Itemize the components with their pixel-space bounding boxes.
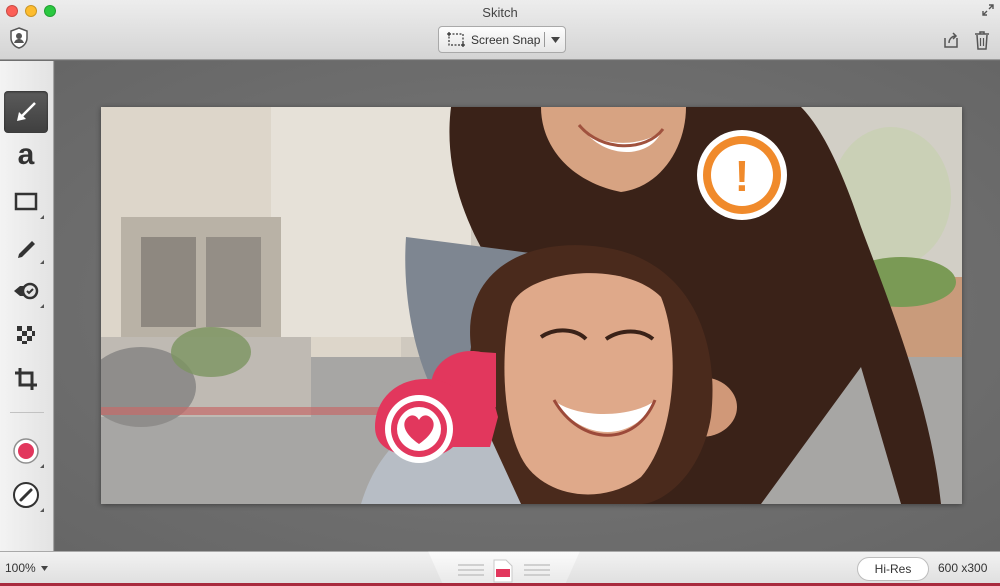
screen-snap-button[interactable]: Screen Snap xyxy=(438,26,566,53)
stamp-icon xyxy=(14,282,39,300)
trash-icon[interactable] xyxy=(974,30,990,50)
drag-lines-icon xyxy=(458,564,484,576)
status-bar: 100% Hi-Res 600 x300 xyxy=(0,551,1000,586)
arrow-tool[interactable] xyxy=(4,91,48,133)
color-swatch-icon xyxy=(13,438,39,464)
crop-icon xyxy=(15,368,37,390)
file-icon[interactable] xyxy=(492,559,514,583)
drag-lines-icon xyxy=(524,564,550,576)
text-tool[interactable]: a xyxy=(4,137,48,179)
zoom-value: 100% xyxy=(5,561,36,575)
zoom-menu[interactable]: 100% xyxy=(5,561,49,575)
color-options-indicator xyxy=(40,464,44,468)
window-title: Skitch xyxy=(482,5,518,20)
screen-snap-label: Screen Snap xyxy=(471,32,541,47)
snap-options-dropdown[interactable] xyxy=(545,27,565,52)
stamp-options-indicator xyxy=(40,304,44,308)
pencil-icon xyxy=(18,241,35,258)
pixelate-tool[interactable] xyxy=(4,314,48,356)
tool-divider xyxy=(10,412,44,413)
arrow-icon xyxy=(17,102,36,121)
hi-res-toggle[interactable]: Hi-Res xyxy=(857,557,929,581)
chevron-down-icon xyxy=(550,36,560,43)
line-width-picker[interactable] xyxy=(4,474,48,516)
stamp-tool[interactable] xyxy=(4,270,48,312)
pixelate-icon xyxy=(17,326,35,344)
crop-tool[interactable] xyxy=(4,358,48,400)
fullscreen-icon[interactable] xyxy=(982,4,994,16)
screen-snap-main[interactable]: Screen Snap xyxy=(439,27,544,52)
pen-tool[interactable] xyxy=(4,226,48,268)
editor-canvas[interactable]: ! xyxy=(55,61,1000,551)
drag-tray[interactable] xyxy=(428,551,580,585)
text-tool-label: a xyxy=(17,138,35,171)
chevron-down-icon xyxy=(41,566,49,572)
title-toolbar: Skitch Screen Snap xyxy=(0,0,1000,60)
line-width-options-indicator xyxy=(40,508,44,512)
account-icon[interactable] xyxy=(9,27,29,49)
exclamation-stamp[interactable]: ! xyxy=(697,130,787,220)
share-icon[interactable] xyxy=(942,31,960,49)
annotated-photo[interactable]: ! xyxy=(101,107,962,504)
shape-options-indicator xyxy=(40,215,44,219)
photo-illustration: ! xyxy=(101,107,962,504)
image-dimensions: 600 x300 xyxy=(938,561,988,575)
line-width-icon xyxy=(13,482,39,508)
exclamation-mark: ! xyxy=(735,152,750,201)
screen-snap-icon xyxy=(447,31,465,47)
tool-sidebar: a xyxy=(0,61,54,551)
shape-tool[interactable] xyxy=(4,181,48,223)
pen-options-indicator xyxy=(40,260,44,264)
rectangle-icon xyxy=(14,192,38,211)
color-picker[interactable] xyxy=(4,430,48,472)
